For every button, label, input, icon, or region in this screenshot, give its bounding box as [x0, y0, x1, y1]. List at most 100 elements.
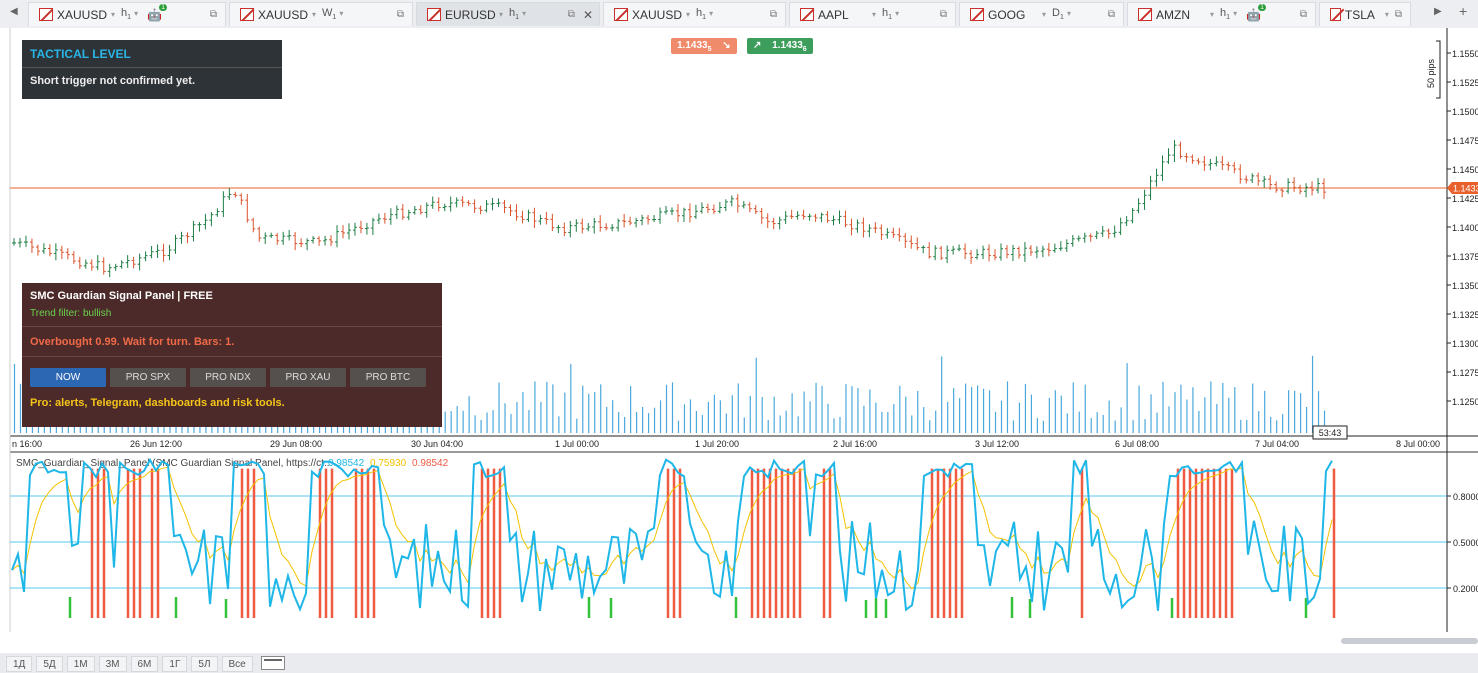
indicator-axis-label: 0.80000 [1453, 492, 1478, 502]
buy-arrow-icon: ↗ [753, 40, 762, 51]
pro-promo-text: Pro: alerts, Telegram, dashboards and ri… [30, 397, 285, 409]
chart-type-icon [1330, 8, 1341, 21]
price-axis-label: 1.15500 [1452, 49, 1478, 59]
robot-icon[interactable]: 🤖 1 [147, 3, 167, 22]
tab-timeframe[interactable]: h1 ▾ [509, 7, 535, 21]
chart-tab-bar: ◀ XAUUSD ▾ h1 ▾ 🤖 1 ⧉ XAUUSD ▾ W1 ▾ ⧉ EURUSD ▾ h1 ▾ ⧉… [0, 0, 1478, 28]
period-1d-button[interactable]: 1Д [6, 656, 33, 672]
chevron-down-icon[interactable]: ▾ [1042, 10, 1046, 19]
period-bar: 1Д 5Д 1М 3М 6М 1Г 5Л Все [0, 653, 1478, 673]
price-axis-label: 1.14750 [1452, 136, 1478, 146]
time-axis-label: 30 Jun 04:00 [411, 439, 463, 449]
chart-tabs: XAUUSD ▾ h1 ▾ 🤖 1 ⧉ XAUUSD ▾ W1 ▾ ⧉ EURUSD ▾ h1 ▾ ⧉ ✕ X… [28, 0, 1414, 26]
sell-button[interactable]: 1.14335 ↘ [671, 38, 737, 54]
chevron-down-icon[interactable]: ▾ [499, 10, 503, 19]
time-axis-label: 8 Jul 00:00 [1396, 439, 1440, 449]
period-1y-button[interactable]: 1Г [162, 656, 188, 672]
tab-timeframe[interactable]: h1 ▾ [1220, 7, 1246, 21]
indicator-axis-label: 0.20000 [1453, 584, 1478, 594]
tab-xauusd-0[interactable]: XAUUSD ▾ h1 ▾ 🤖 1 ⧉ [28, 2, 226, 26]
tab-goog-5[interactable]: GOOG ▾ D1 ▾ ⧉ [959, 2, 1124, 26]
tab-timeframe[interactable]: h1 ▾ [121, 7, 147, 21]
chart-type-icon [800, 8, 814, 21]
tab-timeframe[interactable]: h1 ▾ [696, 7, 722, 21]
time-axis-label: n 16:00 [12, 439, 42, 449]
scroll-left-icon[interactable]: ◀ [10, 6, 18, 17]
time-axis-label: 29 Jun 08:00 [270, 439, 322, 449]
tab-symbol: XAUUSD [57, 7, 108, 22]
chart-scrollbar[interactable] [1341, 638, 1478, 644]
bar-countdown: 53:43 [1319, 428, 1342, 438]
chevron-down-icon[interactable]: ▾ [872, 10, 876, 19]
tab-timeframe[interactable]: W1 ▾ [322, 7, 348, 21]
tab-tsla-7[interactable]: TSLA ▾ ⧉ [1319, 2, 1411, 26]
price-axis-label: 1.12750 [1452, 368, 1478, 378]
tab-timeframe[interactable]: D1 ▾ [1052, 7, 1078, 21]
price-axis-label: 1.14250 [1452, 194, 1478, 204]
external-link-icon[interactable]: ⧉ [1300, 9, 1307, 20]
calendar-icon[interactable] [260, 656, 285, 670]
time-axis-label: 2 Jul 16:00 [833, 439, 877, 449]
price-axis-label: 1.12500 [1452, 397, 1478, 407]
current-price-label: 1.1433 [1453, 184, 1478, 194]
tactical-message: Short trigger not confirmed yet. [30, 75, 196, 87]
chevron-down-icon[interactable]: ▾ [686, 10, 690, 19]
price-axis-label: 1.14500 [1452, 165, 1478, 175]
robot-icon[interactable]: 🤖 1 [1246, 3, 1266, 22]
external-link-icon[interactable]: ⧉ [1108, 9, 1115, 20]
period-all-button[interactable]: Все [221, 656, 253, 672]
pro-xau-button[interactable]: PRO XAU [270, 368, 346, 387]
chart-type-icon [39, 8, 53, 21]
price-axis-label: 1.13250 [1452, 310, 1478, 320]
external-link-icon[interactable]: ⧉ [210, 9, 217, 20]
period-1m-button[interactable]: 1М [66, 656, 95, 672]
time-axis-label: 1 Jul 20:00 [695, 439, 739, 449]
chevron-down-icon[interactable]: ▾ [1210, 10, 1214, 19]
period-6m-button[interactable]: 6М [130, 656, 159, 672]
now-button[interactable]: NOW [30, 368, 106, 387]
buy-button[interactable]: ↗ 1.14336 [747, 38, 813, 54]
external-link-icon[interactable]: ⧉ [940, 9, 947, 20]
external-link-icon[interactable]: ⧉ [1395, 9, 1402, 20]
indicator-value-3: 0.98542 [412, 458, 449, 469]
scroll-right-icon[interactable]: ▶ [1434, 6, 1442, 17]
chevron-down-icon[interactable]: ▾ [312, 10, 316, 19]
tactical-level-panel: TACTICAL LEVEL Short trigger not confirm… [22, 40, 282, 99]
price-axis-label: 1.13000 [1452, 339, 1478, 349]
chevron-down-icon[interactable]: ▾ [1385, 10, 1389, 19]
indicator-title: SMC_Guardian_Signal_Panel (SMC Guardian … [16, 458, 332, 469]
close-icon[interactable]: ✕ [583, 8, 593, 22]
pro-spx-button[interactable]: PRO SPX [110, 368, 186, 387]
chart-area[interactable]: 1.15500 1.15250 1.15000 1.14750 1.14500 1.142… [0, 28, 1478, 653]
signal-panel-buttons: NOW PRO SPX PRO NDX PRO XAU PRO BTC [22, 357, 442, 387]
add-tab-icon[interactable]: + [1459, 3, 1467, 19]
tab-aapl-4[interactable]: AAPL ▾ h1 ▾ ⧉ [789, 2, 956, 26]
external-link-icon[interactable]: ⧉ [770, 9, 777, 20]
period-3m-button[interactable]: 3М [98, 656, 127, 672]
tab-xauusd-1[interactable]: XAUUSD ▾ W1 ▾ ⧉ [229, 2, 413, 26]
time-axis-label: 6 Jul 08:00 [1115, 439, 1159, 449]
external-link-icon[interactable]: ⧉ [568, 9, 575, 20]
price-axis-label: 1.15000 [1452, 107, 1478, 117]
pro-ndx-button[interactable]: PRO NDX [190, 368, 266, 387]
tactical-title: TACTICAL LEVEL [22, 40, 282, 68]
period-5d-button[interactable]: 5Д [36, 656, 63, 672]
chart-type-icon [614, 8, 628, 21]
tab-eurusd-2[interactable]: EURUSD ▾ h1 ▾ ⧉ ✕ [416, 2, 600, 26]
tab-amzn-6[interactable]: AMZN ▾ h1 ▾ 🤖 1 ⧉ [1127, 2, 1316, 26]
chart-type-icon [427, 8, 441, 21]
tab-symbol: XAUUSD [632, 7, 683, 22]
pro-btc-button[interactable]: PRO BTC [350, 368, 426, 387]
chevron-down-icon[interactable]: ▾ [111, 10, 115, 19]
tab-timeframe[interactable]: h1 ▾ [882, 7, 908, 21]
tab-xauusd-3[interactable]: XAUUSD ▾ h1 ▾ ⧉ [603, 2, 786, 26]
sell-arrow-icon: ↘ [722, 40, 731, 51]
sell-price-sub: 5 [707, 46, 712, 53]
sell-price: 1.1433 [677, 40, 708, 51]
time-axis-label: 1 Jul 00:00 [555, 439, 599, 449]
period-5y-button[interactable]: 5Л [191, 656, 218, 672]
buy-price: 1.1433 [772, 40, 803, 51]
tab-symbol: XAUUSD [258, 7, 309, 22]
external-link-icon[interactable]: ⧉ [397, 9, 404, 20]
indicator-axis-label: 0.50000 [1453, 538, 1478, 548]
